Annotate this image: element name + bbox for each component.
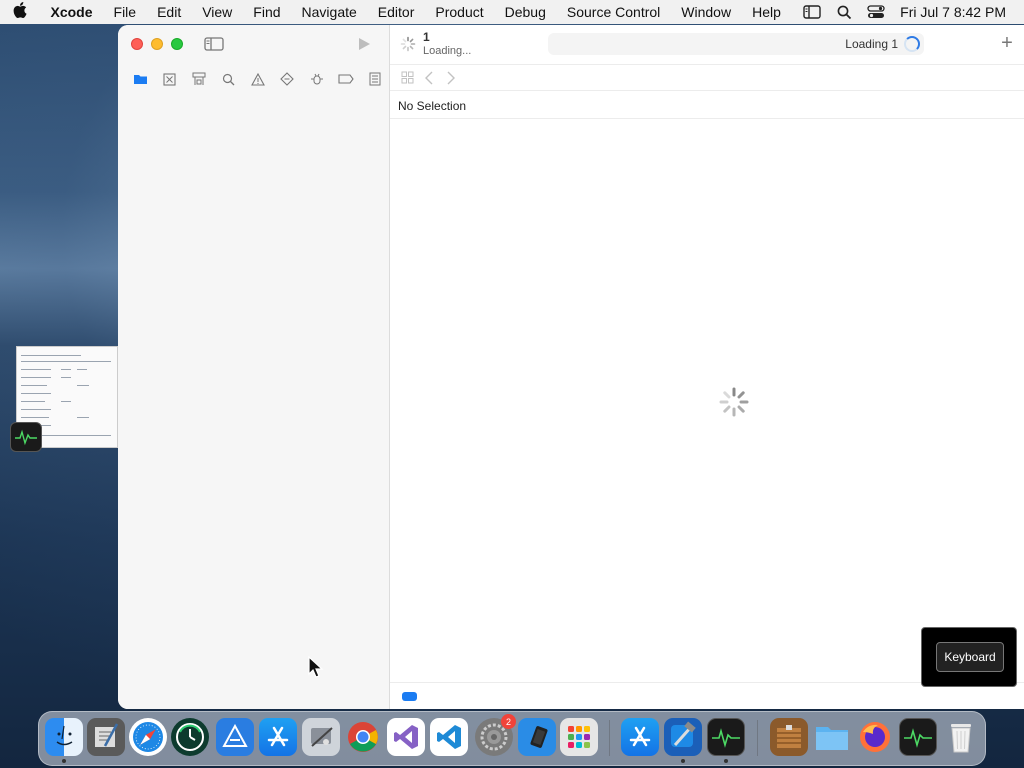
mouse-cursor-icon <box>308 655 324 680</box>
keyboard-button[interactable]: Keyboard <box>936 642 1004 672</box>
test-icon[interactable] <box>273 69 302 89</box>
simulator-icon[interactable] <box>518 718 556 756</box>
archive-utility-icon[interactable] <box>770 718 808 756</box>
chrome-icon[interactable] <box>344 718 382 756</box>
search-icon[interactable] <box>828 0 860 24</box>
menu-product[interactable]: Product <box>425 4 494 20</box>
breakpoint-icon[interactable] <box>331 69 360 89</box>
activity-monitor-running-dot <box>724 759 728 763</box>
loading-spinner-icon <box>718 386 750 418</box>
visual-studio-icon[interactable] <box>387 718 425 756</box>
folder-icon[interactable] <box>126 69 155 89</box>
app-store-icon-2[interactable] <box>621 718 659 756</box>
debug-toggle-icon[interactable] <box>402 692 417 701</box>
xcode-running-dot <box>681 759 685 763</box>
activity-monitor-dock-icon-2[interactable] <box>899 718 937 756</box>
window-toolbar: 1 Loading... Loading 1 + <box>390 25 1024 65</box>
chevron-left-icon[interactable] <box>420 69 438 87</box>
menu-help[interactable]: Help <box>742 4 792 20</box>
scheme-status: Loading... <box>423 45 472 57</box>
menu-edit[interactable]: Edit <box>147 4 192 20</box>
finder-icon[interactable] <box>45 718 83 756</box>
debug-icon[interactable] <box>302 69 331 89</box>
chevron-right-icon[interactable] <box>442 69 460 87</box>
dock: 2 <box>38 711 986 766</box>
trash-icon[interactable] <box>942 718 980 756</box>
sidebar-toggle-icon[interactable] <box>204 37 224 51</box>
source-control-icon[interactable] <box>155 69 184 89</box>
menu-navigate[interactable]: Navigate <box>291 4 367 20</box>
menu-file[interactable]: File <box>103 4 147 20</box>
navigator-sidebar <box>118 25 390 709</box>
maximize-button[interactable] <box>171 38 183 50</box>
menu-window[interactable]: Window <box>671 4 742 20</box>
system-preferences-icon[interactable]: 2 <box>475 714 516 756</box>
activity-monitor-dock-icon[interactable] <box>707 718 745 756</box>
close-button[interactable] <box>131 38 143 50</box>
menu-editor[interactable]: Editor <box>367 4 425 20</box>
activity-text: Loading 1 <box>845 37 898 51</box>
dock-separator <box>609 720 610 756</box>
sidebar-icon[interactable] <box>796 0 828 24</box>
firefox-icon[interactable] <box>856 718 894 756</box>
menu-debug[interactable]: Debug <box>494 4 556 20</box>
launchpad-icon[interactable] <box>560 718 598 756</box>
progress-ring-icon <box>904 36 920 52</box>
report-icon[interactable] <box>361 69 390 89</box>
run-play-icon[interactable] <box>356 36 372 52</box>
notification-badge: 2 <box>501 714 516 729</box>
scheme-name[interactable]: 1 <box>423 30 430 44</box>
grid-icon[interactable] <box>398 69 416 87</box>
xcode-window: 1 Loading... Loading 1 + No Selection <box>118 25 1024 709</box>
menu-bar: Xcode File Edit View Find Navigate Edito… <box>0 0 1024 24</box>
editor-selection-bar: No Selection <box>390 92 1024 119</box>
jump-bar <box>390 65 1024 91</box>
finder-running-dot <box>62 759 66 763</box>
system-information-icon[interactable] <box>302 718 340 756</box>
time-machine-icon[interactable] <box>171 718 209 756</box>
no-selection-label: No Selection <box>398 99 467 113</box>
app-store-icon[interactable] <box>259 718 297 756</box>
control-center-icon[interactable] <box>860 0 892 24</box>
issue-icon[interactable] <box>243 69 272 89</box>
find-icon[interactable] <box>214 69 243 89</box>
keyboard-overlay: Keyboard <box>921 627 1017 687</box>
xcode-icon[interactable] <box>664 718 702 756</box>
activity-monitor-icon[interactable] <box>10 422 42 452</box>
menu-clock[interactable]: Fri Jul 7 8:42 PM <box>892 4 1024 20</box>
vscode-icon[interactable] <box>430 718 468 756</box>
navigator-selector-bar <box>118 67 390 91</box>
menu-source-control[interactable]: Source Control <box>556 4 670 20</box>
add-icon[interactable]: + <box>998 33 1016 53</box>
menu-view[interactable]: View <box>192 4 243 20</box>
script-editor-icon[interactable] <box>87 718 125 756</box>
scheme-spinner-icon <box>400 36 416 52</box>
menu-find[interactable]: Find <box>243 4 291 20</box>
symbol-icon[interactable] <box>185 69 214 89</box>
acrobat-icon[interactable] <box>216 718 254 756</box>
dock-separator-2 <box>757 720 758 756</box>
downloads-folder-icon[interactable] <box>813 718 851 756</box>
minimize-button[interactable] <box>151 38 163 50</box>
apple-icon[interactable] <box>0 2 40 22</box>
safari-icon[interactable] <box>129 718 167 756</box>
menu-app-name[interactable]: Xcode <box>40 4 103 20</box>
activity-view[interactable]: Loading 1 <box>548 33 924 55</box>
